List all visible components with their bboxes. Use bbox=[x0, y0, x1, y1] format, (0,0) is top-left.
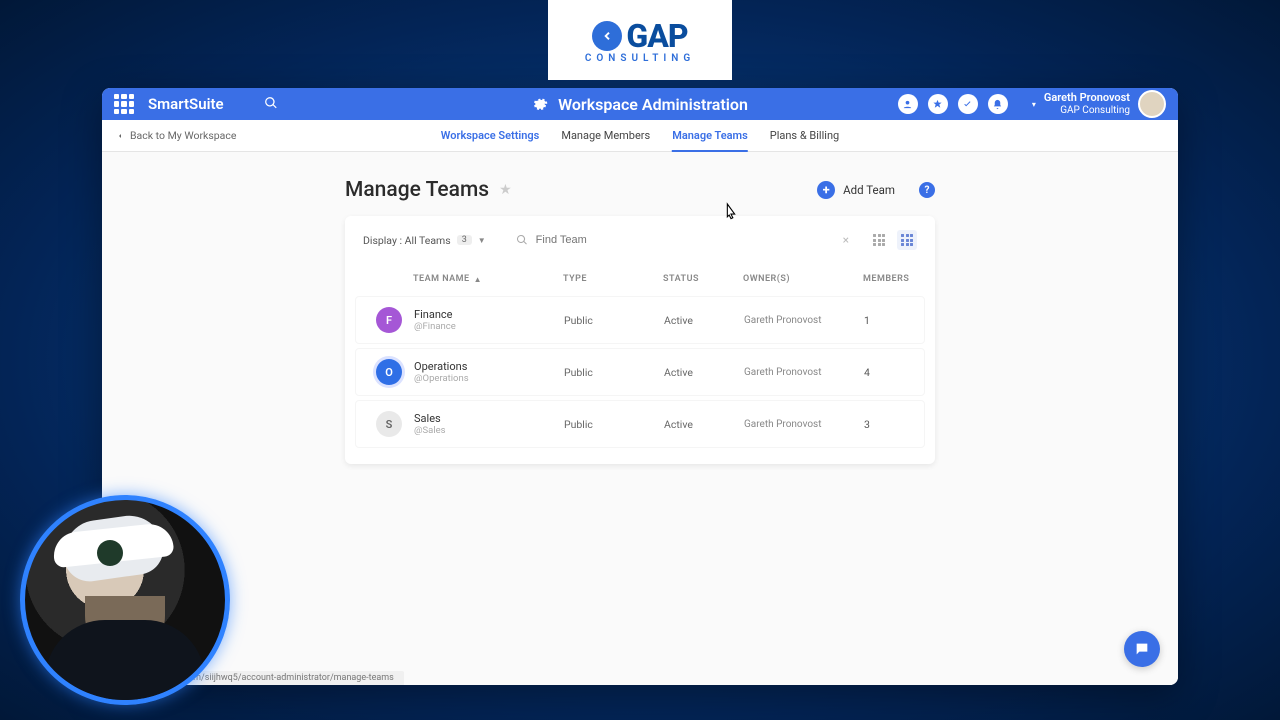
chevron-down-icon: ▼ bbox=[478, 236, 486, 245]
user-menu[interactable]: ▾ Gareth Pronovost GAP Consulting bbox=[1032, 90, 1166, 118]
page-title: Manage Teams bbox=[345, 178, 489, 202]
table-row[interactable]: F Finance@FinancePublicActiveGareth Prono… bbox=[355, 296, 925, 344]
overlay-logo: GAP CONSULTING bbox=[548, 0, 732, 80]
header-title: Workspace Administration bbox=[558, 95, 748, 114]
user-org: GAP Consulting bbox=[1044, 105, 1130, 116]
display-filter-label: Display : All Teams bbox=[363, 234, 451, 247]
grid-view-button[interactable] bbox=[897, 230, 917, 250]
help-icon[interactable]: ? bbox=[919, 182, 935, 198]
team-type: Public bbox=[564, 418, 664, 431]
team-members: 3 bbox=[864, 418, 924, 431]
sort-caret-icon: ▲ bbox=[474, 275, 482, 284]
team-type: Public bbox=[564, 314, 664, 327]
tab-manage-members[interactable]: Manage Members bbox=[561, 120, 650, 151]
col-status[interactable]: STATUS bbox=[663, 274, 743, 284]
team-name: Sales bbox=[414, 412, 564, 425]
team-type: Public bbox=[564, 366, 664, 379]
bell-icon[interactable] bbox=[988, 94, 1008, 114]
col-team-name[interactable]: TEAM NAME ▲ bbox=[413, 274, 563, 284]
team-handle: @Finance bbox=[414, 321, 564, 332]
top-bar: SmartSuite Workspace Administration ▾ Ga… bbox=[102, 88, 1178, 120]
star-icon[interactable] bbox=[928, 94, 948, 114]
team-avatar: S bbox=[376, 411, 402, 437]
share-icon[interactable] bbox=[898, 94, 918, 114]
table-row[interactable]: O Operations@OperationsPublicActiveGareth… bbox=[355, 348, 925, 396]
logo-icon bbox=[592, 21, 622, 51]
logo-text: GAP bbox=[626, 17, 687, 55]
table-header: TEAM NAME ▲ TYPE STATUS OWNER(S) MEMBERS bbox=[345, 260, 935, 292]
list-view-button[interactable] bbox=[869, 230, 889, 250]
team-name: Finance bbox=[414, 308, 564, 321]
webcam-overlay bbox=[20, 495, 230, 705]
tab-plans-billing[interactable]: Plans & Billing bbox=[770, 120, 839, 151]
chat-fab[interactable] bbox=[1124, 631, 1160, 667]
team-owner: Gareth Pronovost bbox=[744, 419, 864, 430]
tab-workspace-settings[interactable]: Workspace Settings bbox=[441, 120, 540, 151]
team-owner: Gareth Pronovost bbox=[744, 367, 864, 378]
display-filter[interactable]: Display : All Teams 3 ▼ bbox=[363, 234, 486, 247]
add-team-button[interactable]: + Add Team bbox=[817, 181, 895, 199]
apps-grid-icon[interactable] bbox=[114, 94, 134, 114]
col-type[interactable]: TYPE bbox=[563, 274, 663, 284]
team-name: Operations bbox=[414, 360, 564, 373]
status-url: om/siijhwq5/account-administrator/manage… bbox=[178, 671, 404, 685]
col-owner[interactable]: OWNER(S) bbox=[743, 274, 863, 284]
team-members: 1 bbox=[864, 314, 924, 327]
user-name: Gareth Pronovost bbox=[1044, 92, 1130, 104]
team-status: Active bbox=[664, 314, 744, 327]
team-members: 4 bbox=[864, 366, 924, 379]
back-link-label: Back to My Workspace bbox=[130, 129, 236, 142]
clear-icon[interactable]: × bbox=[843, 233, 849, 247]
team-handle: @Operations bbox=[414, 373, 564, 384]
plus-icon: + bbox=[817, 181, 835, 199]
teams-card: Display : All Teams 3 ▼ × bbox=[345, 216, 935, 464]
team-status: Active bbox=[664, 418, 744, 431]
table-row[interactable]: S Sales@SalesPublicActiveGareth Pronovost… bbox=[355, 400, 925, 448]
team-owner: Gareth Pronovost bbox=[744, 315, 864, 326]
content-area: Manage Teams ★ + Add Team ? Display : Al… bbox=[102, 152, 1178, 685]
logo-subtext: CONSULTING bbox=[585, 53, 695, 64]
search-icon bbox=[516, 234, 528, 246]
brand-label: SmartSuite bbox=[148, 95, 224, 113]
app-window: SmartSuite Workspace Administration ▾ Ga… bbox=[102, 88, 1178, 685]
tab-manage-teams[interactable]: Manage Teams bbox=[672, 120, 748, 151]
search-icon[interactable] bbox=[264, 95, 278, 114]
nav-tabs-bar: Back to My Workspace Workspace Settings … bbox=[102, 120, 1178, 152]
avatar bbox=[1138, 90, 1166, 118]
back-link[interactable]: Back to My Workspace bbox=[116, 129, 236, 142]
col-members[interactable]: MEMBERS bbox=[863, 274, 923, 284]
team-avatar: F bbox=[376, 307, 402, 333]
team-avatar: O bbox=[376, 359, 402, 385]
team-status: Active bbox=[664, 366, 744, 379]
favorite-star-icon[interactable]: ★ bbox=[499, 182, 512, 198]
gear-icon bbox=[532, 96, 548, 112]
team-handle: @Sales bbox=[414, 425, 564, 436]
search-input[interactable] bbox=[536, 234, 835, 246]
check-icon[interactable] bbox=[958, 94, 978, 114]
display-filter-count: 3 bbox=[457, 235, 472, 245]
add-team-label: Add Team bbox=[843, 183, 895, 197]
